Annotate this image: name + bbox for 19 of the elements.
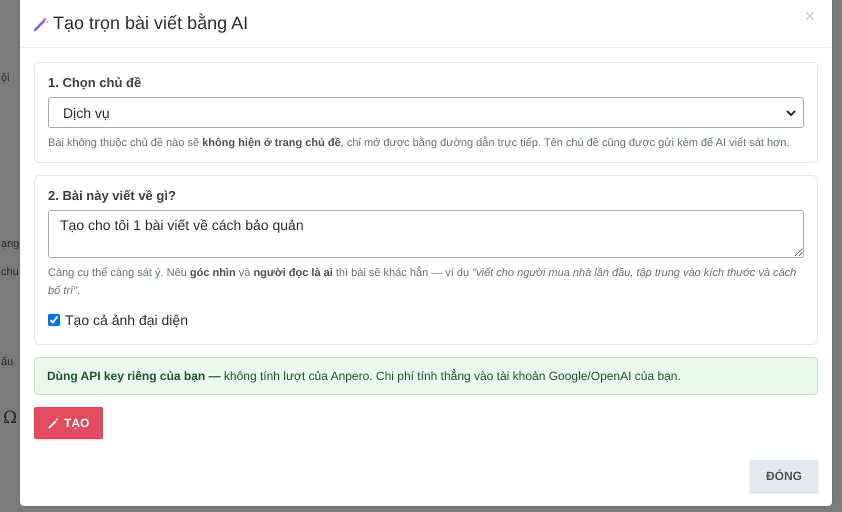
topic-select[interactable]: Dịch vụ [48, 97, 804, 128]
background-text: ạng [1, 238, 20, 250]
magic-wand-icon [33, 16, 49, 32]
help-text: Càng cụ thể càng sát ý. Nêu góc nhìn và người đọc là ai thì bài sẽ khác hẳn — ví dụ "viết cho người mua nhà lần đầu, tập trung vào kích thước và cách bố trí". [48, 265, 798, 299]
alert-text: Dùng API key riêng của bạn — không tính lượt của Anpero. Chi phí tính thẳng vào tài khoản Google/OpenAI của bạn. [47, 369, 681, 383]
background-text: ấu [1, 356, 14, 368]
magic-wand-icon [48, 417, 60, 429]
background-text: chu [1, 266, 19, 278]
field-label: 2. Bài này viết về gì? [48, 188, 177, 203]
close-dialog-button[interactable]: ĐÓNG [750, 460, 818, 492]
prompt-textarea[interactable]: Tạo cho tôi 1 bài viết về cách bảo quản [48, 210, 804, 258]
checkbox-label: Tạo cả ảnh đại diện [65, 312, 188, 328]
help-text: Bài không thuộc chủ đề nào sẽ không hiện ở trang chủ đề, chỉ mở được bằng đường dẫn trực tiếp. Tên chủ đề cũng được gửi kèm để AI viết sát hơn. [48, 136, 790, 151]
background-text: Ω [3, 408, 18, 428]
field-label: 1. Chọn chủ đề [48, 75, 142, 90]
dialog-title: Tạo trọn bài viết bằng AI [53, 13, 250, 34]
checkbox[interactable] [48, 314, 60, 326]
create-button[interactable]: TẠO [34, 407, 104, 439]
background-text: ội [1, 72, 10, 84]
